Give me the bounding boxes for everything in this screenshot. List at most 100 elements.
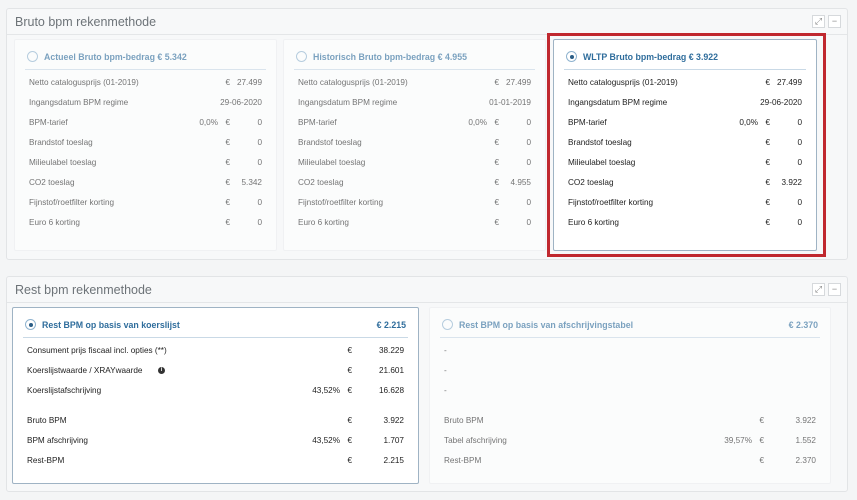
detail-row: Tabel afschrijving 39,57% €1.552 <box>444 436 816 450</box>
row-percentage: 43,52% <box>312 436 340 445</box>
row-label: Netto catalogusprijs (01-2019) <box>298 78 408 87</box>
row-label: Bruto BPM <box>444 416 484 425</box>
euro-sign: € <box>225 138 230 147</box>
row-label: BPM afschrijving <box>27 436 88 445</box>
row-label: BPM-tarief <box>29 118 68 127</box>
row-label: Koerslijstafschrijving <box>27 386 102 395</box>
minus-icon[interactable]: − <box>828 15 841 28</box>
radio-button[interactable] <box>442 319 453 330</box>
detail-row: Brandstof toeslag €0 <box>29 138 262 152</box>
detail-row: Bruto BPM €3.922 <box>444 416 816 430</box>
expand-icon[interactable]: ⤢ <box>812 283 825 296</box>
row-label: CO2 toeslag <box>298 178 344 187</box>
row-value: 1.707 <box>383 436 405 445</box>
detail-row: Koerslijstafschrijving 43,52% €16.628 <box>27 386 404 400</box>
euro-sign: € <box>494 218 499 227</box>
euro-sign: € <box>225 158 230 167</box>
euro-sign: € <box>225 78 230 87</box>
row-label: - <box>444 386 447 395</box>
euro-sign: € <box>225 198 230 207</box>
row-value: 3.922 <box>795 416 817 425</box>
detail-row: Ingangsdatum BPM regime 01-01-2019 <box>298 98 531 112</box>
row-value: 0 <box>526 218 531 227</box>
row-value: 21.601 <box>378 366 404 375</box>
row-value: 0 <box>526 198 531 207</box>
row-value: 01-01-2019 <box>489 98 531 107</box>
card-rest-afschrijvingstabel[interactable]: Rest BPM op basis van afschrijvingstabel… <box>429 307 831 484</box>
row-label: Consument prijs fiscaal incl. opties (**… <box>27 346 167 355</box>
euro-sign: € <box>347 436 352 445</box>
card-actueel-bruto[interactable]: Actueel Bruto bpm-bedrag € 5.342 Netto ca… <box>14 39 277 251</box>
row-label: Rest-BPM <box>27 456 65 465</box>
row-label: Milieulabel toeslag <box>29 158 97 167</box>
minus-icon[interactable]: − <box>828 283 841 296</box>
row-label: Tabel afschrijving <box>444 436 507 445</box>
detail-row: BPM-tarief 0,0% €0 <box>29 118 262 132</box>
detail-row: - <box>444 346 816 360</box>
detail-row: Milieulabel toeslag €0 <box>298 158 531 172</box>
euro-sign: € <box>759 416 764 425</box>
detail-row: - <box>444 366 816 380</box>
row-label: Bruto BPM <box>27 416 67 425</box>
card-title: Rest BPM op basis van koerslijst <box>42 320 180 330</box>
detail-row: BPM afschrijving 43,52% €1.707 <box>27 436 404 450</box>
euro-sign: € <box>225 178 230 187</box>
bruto-panel-title: Bruto bpm rekenmethode <box>15 15 157 29</box>
card-header: Actueel Bruto bpm-bedrag € 5.342 <box>25 48 266 70</box>
detail-row: Fijnstof/roetfilter korting €0 <box>29 198 262 212</box>
euro-sign: € <box>494 78 499 87</box>
detail-row: Rest-BPM €2.370 <box>444 456 816 470</box>
euro-sign: € <box>759 456 764 465</box>
euro-sign: € <box>494 178 499 187</box>
euro-sign: € <box>494 138 499 147</box>
row-label: - <box>444 366 447 375</box>
radio-button[interactable] <box>25 319 36 330</box>
row-percentage: 0,0% <box>468 118 487 127</box>
row-value: 27.499 <box>236 78 262 87</box>
row-percentage: 39,57% <box>724 436 752 445</box>
radio-button[interactable] <box>27 51 38 62</box>
row-value: 0 <box>257 198 262 207</box>
row-value: 5.342 <box>241 178 263 187</box>
row-value: 0 <box>526 158 531 167</box>
detail-row: Netto catalogusprijs (01-2019) €27.499 <box>29 78 262 92</box>
euro-sign: € <box>347 416 352 425</box>
row-value: 16.628 <box>378 386 404 395</box>
row-value: 38.229 <box>378 346 404 355</box>
row-label: CO2 toeslag <box>29 178 75 187</box>
row-label: BPM-tarief <box>298 118 337 127</box>
rest-panel-header: Rest bpm rekenmethode ⤢ − <box>7 277 847 303</box>
row-value: 0 <box>257 118 262 127</box>
detail-row: CO2 toeslag €5.342 <box>29 178 262 192</box>
row-label: Ingangsdatum BPM regime <box>29 98 129 107</box>
card-historisch-bruto[interactable]: Historisch Bruto bpm-bedrag € 4.955 Netto… <box>283 39 546 251</box>
euro-sign: € <box>347 456 352 465</box>
detail-row: Consument prijs fiscaal incl. opties (**… <box>27 346 404 360</box>
detail-row: Fijnstof/roetfilter korting €0 <box>298 198 531 212</box>
row-label: Euro 6 korting <box>29 218 80 227</box>
row-label: Netto catalogusprijs (01-2019) <box>29 78 139 87</box>
card-title: Rest BPM op basis van afschrijvingstabel <box>459 320 634 330</box>
euro-sign: € <box>759 436 764 445</box>
row-label: Milieulabel toeslag <box>298 158 366 167</box>
euro-sign: € <box>347 366 352 375</box>
row-value: 29-06-2020 <box>220 98 262 107</box>
detail-row: CO2 toeslag €4.955 <box>298 178 531 192</box>
row-label: Ingangsdatum BPM regime <box>298 98 398 107</box>
card-header: Rest BPM op basis van afschrijvingstabel… <box>440 316 820 338</box>
euro-sign: € <box>494 198 499 207</box>
card-header: Historisch Bruto bpm-bedrag € 4.955 <box>294 48 535 70</box>
card-header: Rest BPM op basis van koerslijst € 2.215 <box>23 316 408 338</box>
row-label: Rest-BPM <box>444 456 482 465</box>
card-amount: € 2.370 <box>788 320 818 330</box>
row-percentage: 43,52% <box>312 386 340 395</box>
row-value: 3.922 <box>383 416 405 425</box>
radio-button[interactable] <box>296 51 307 62</box>
row-value: 0 <box>526 138 531 147</box>
euro-sign: € <box>494 158 499 167</box>
expand-icon[interactable]: ⤢ <box>812 15 825 28</box>
euro-sign: € <box>347 346 352 355</box>
card-rest-koerslijst[interactable]: Rest BPM op basis van koerslijst € 2.215 C… <box>12 307 419 484</box>
row-value: 0 <box>257 218 262 227</box>
info-icon[interactable]: i <box>158 367 165 374</box>
